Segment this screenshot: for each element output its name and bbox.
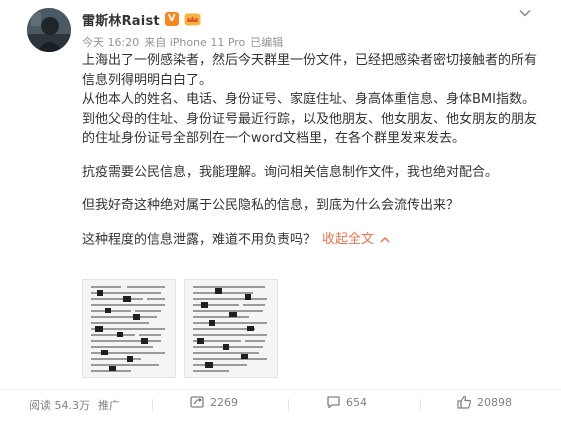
comment-count: 654: [346, 395, 367, 409]
like-count: 20898: [477, 395, 512, 409]
post-content: 上海出了一例感染者，然后今天群里一份文件，已经把感染者密切接触者的所有信息列得明…: [82, 51, 542, 249]
repost-icon: [190, 395, 205, 409]
post-paragraph-3: 抗疫需要公民信息，我能理解。询问相关信息制作文件，我也绝对配合。: [82, 164, 499, 180]
image-gallery: [82, 279, 278, 378]
verified-badge: V: [164, 12, 179, 26]
avatar[interactable]: [27, 8, 71, 52]
author-name[interactable]: 雷斯林Raist: [82, 10, 160, 29]
collapse-text-link[interactable]: 收起全文: [322, 232, 390, 247]
footer-divider: [288, 399, 289, 411]
post-footer: 阅读 54.3万 推广 2269 654 20898: [0, 389, 561, 418]
post-paragraph-2: 从他本人的姓名、电话、身份证号、家庭住址、身高体重信息、身体BMI指数。到他父母…: [82, 92, 538, 146]
footer-divider: [420, 399, 421, 411]
comment-icon: [326, 395, 341, 409]
promote-button[interactable]: 推广: [98, 397, 120, 413]
post-paragraph-1: 上海出了一例感染者，然后今天群里一份文件，已经把感染者密切接触者的所有信息列得明…: [82, 53, 538, 88]
post-paragraph-4: 但我好奇这种绝对属于公民隐私的信息，到底为什么会流传出来？: [82, 198, 460, 213]
repost-count: 2269: [210, 395, 238, 409]
collapse-label: 收起全文: [322, 231, 375, 247]
post-source: 来自 iPhone 11 Pro: [144, 36, 246, 49]
weibo-post-card: 雷斯林Raist V 今天 16:20 来自 iPhone 11 Pro 已编辑…: [0, 0, 561, 431]
post-paragraph-5-row: 这种程度的信息泄露，难道不用负责吗？ 收起全文: [82, 230, 542, 250]
document-screenshot-thumbnail[interactable]: [82, 279, 176, 378]
chevron-up-icon: [380, 230, 390, 250]
more-options-chevron-icon[interactable]: [517, 6, 533, 20]
post-paragraph-5: 这种程度的信息泄露，难道不用负责吗？: [82, 231, 317, 247]
edited-label[interactable]: 已编辑: [250, 34, 283, 50]
document-screenshot-thumbnail[interactable]: [184, 279, 278, 378]
author-row: 雷斯林Raist V: [82, 9, 201, 29]
post-time[interactable]: 今天 16:20: [82, 34, 139, 50]
document-screenshot-icon: [83, 280, 175, 377]
footer-divider: [152, 399, 153, 411]
view-count: 阅读 54.3万: [29, 399, 90, 412]
repost-button[interactable]: 2269: [190, 395, 238, 409]
member-crown-icon: [184, 12, 201, 26]
document-screenshot-icon: [185, 280, 277, 377]
like-button[interactable]: 20898: [457, 395, 512, 409]
avatar-image: [27, 8, 71, 52]
post-meta: 今天 16:20 来自 iPhone 11 Pro 已编辑: [82, 34, 283, 50]
comment-button[interactable]: 654: [326, 395, 367, 409]
thumbs-up-icon: [457, 395, 472, 409]
